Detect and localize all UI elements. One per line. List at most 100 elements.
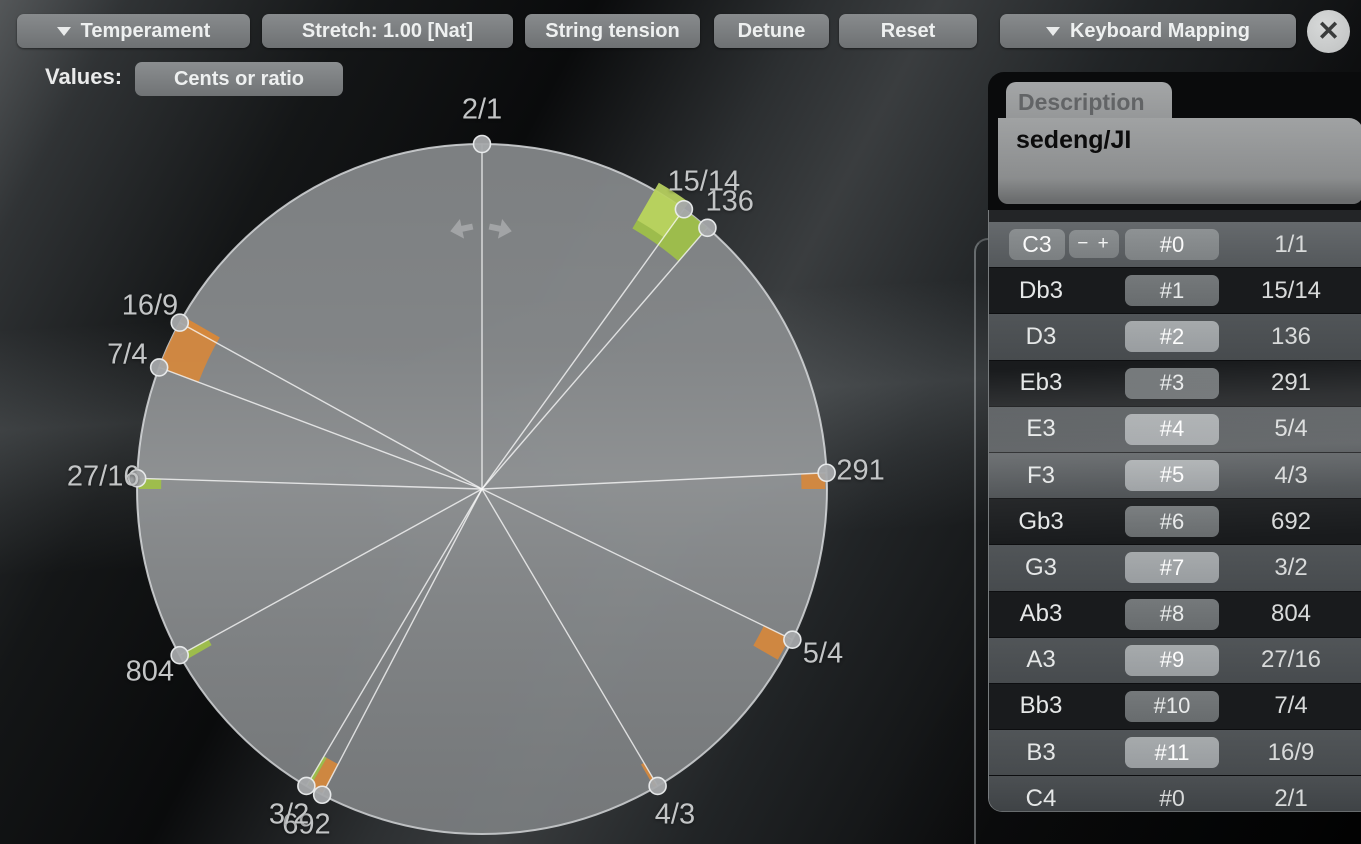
table-row[interactable]: E3 #4 5/4: [989, 406, 1361, 452]
degree-index-button[interactable]: #10: [1125, 691, 1219, 722]
stretch-button[interactable]: Stretch: 1.00 [Nat]: [262, 14, 513, 48]
keyboard-mapping-table: C3− +#01/1Db3#115/14D3#2136Eb3#3291E3#45…: [988, 210, 1361, 812]
dial-note-label: 5/4: [803, 638, 843, 671]
table-row[interactable]: Ab3 #8 804: [989, 591, 1361, 637]
tuning-value[interactable]: 2/1: [1233, 776, 1349, 812]
table-row[interactable]: Db3 #1 15/14: [989, 267, 1361, 313]
shift-left-arrow-icon[interactable]: [448, 217, 475, 241]
table-row[interactable]: C4 #0 2/1: [989, 775, 1361, 812]
table-row[interactable]: Eb3 #3 291: [989, 360, 1361, 406]
degree-index-button[interactable]: #11: [1125, 737, 1219, 768]
note-handle[interactable]: [151, 359, 168, 376]
temperament-menu-button[interactable]: Temperament: [17, 14, 250, 48]
note-label: D3: [997, 314, 1085, 359]
dial-note-label: 804: [126, 655, 174, 688]
note-label: Bb3: [997, 684, 1085, 729]
dial-note-label: 4/3: [655, 799, 695, 832]
tuning-value[interactable]: 5/4: [1233, 407, 1349, 452]
tuning-circle: [0, 0, 1000, 844]
description-tab[interactable]: Description: [1006, 82, 1172, 122]
table-row[interactable]: F3#54/3: [989, 452, 1361, 498]
tuning-value[interactable]: 27/16: [1233, 638, 1349, 683]
close-icon: ✕: [1317, 18, 1340, 45]
detune-label: Detune: [738, 20, 806, 43]
degree-index-button[interactable]: #7: [1125, 552, 1219, 583]
octave-shift-arrows: [448, 211, 514, 247]
note-handle[interactable]: [675, 201, 692, 218]
description-field[interactable]: sedeng/JI: [998, 118, 1361, 204]
values-format-label: Cents or ratio: [174, 68, 304, 91]
table-row[interactable]: Gb3 #6 692: [989, 498, 1361, 544]
close-button[interactable]: ✕: [1307, 10, 1350, 53]
note-label: Ab3: [997, 592, 1085, 637]
note-handle[interactable]: [474, 136, 491, 153]
note-handle[interactable]: [314, 786, 331, 803]
degree-index-button[interactable]: #3: [1125, 368, 1219, 399]
degree-index-button[interactable]: #8: [1125, 599, 1219, 630]
note-handle[interactable]: [649, 777, 666, 794]
temperament-menu-label: Temperament: [81, 20, 211, 43]
tuning-value[interactable]: 804: [1233, 592, 1349, 637]
dial-note-label: 7/4: [107, 339, 147, 372]
values-format-button[interactable]: Cents or ratio: [135, 62, 343, 96]
note-handle[interactable]: [699, 219, 716, 236]
keyboard-mapping-label: Keyboard Mapping: [1070, 20, 1250, 43]
tuning-value[interactable]: 3/2: [1233, 545, 1349, 590]
tuning-value[interactable]: 15/14: [1233, 268, 1349, 313]
note-handle[interactable]: [784, 631, 801, 648]
string-tension-button[interactable]: String tension: [525, 14, 700, 48]
table-row[interactable]: B3 #11 16/9: [989, 729, 1361, 775]
dial-note-label: 2/1: [462, 94, 502, 127]
table-row[interactable]: G3 #7 3/2: [989, 544, 1361, 590]
degree-index-button[interactable]: #0: [1125, 229, 1219, 260]
degree-index-button[interactable]: #6: [1125, 506, 1219, 537]
table-row[interactable]: C3− +#0 1/1: [989, 222, 1361, 267]
mapping-table-rows: C3− +#01/1Db3#115/14D3#2136Eb3#3291E3#45…: [989, 222, 1361, 812]
description-tab-label: Description: [1018, 89, 1145, 116]
note-label: A3: [997, 638, 1085, 683]
chevron-down-icon: [1046, 27, 1060, 36]
note-label: Eb3: [997, 361, 1085, 406]
dial-note-label: 16/9: [122, 290, 178, 323]
note-button[interactable]: C3: [1009, 229, 1065, 260]
table-row[interactable]: A3 #9 27/16: [989, 637, 1361, 683]
chevron-down-icon: [57, 27, 71, 36]
degree-index-button[interactable]: #5: [1125, 460, 1219, 491]
temperament-editor-window: 2/115/141362915/44/36923/280427/167/416/…: [0, 0, 1361, 844]
note-label: C4: [997, 776, 1085, 812]
tuning-value[interactable]: 291: [1233, 361, 1349, 406]
tuning-value[interactable]: 692: [1233, 499, 1349, 544]
reset-button[interactable]: Reset: [839, 14, 977, 48]
tuning-value[interactable]: 136: [1233, 314, 1349, 359]
dial-note-label: 136: [705, 186, 753, 219]
table-row[interactable]: Bb3 #10 7/4: [989, 683, 1361, 729]
tuning-value[interactable]: 16/9: [1233, 730, 1349, 775]
dial-note-label: 3/2: [269, 799, 309, 832]
note-handle[interactable]: [818, 464, 835, 481]
description-panel: Description sedeng/JI: [988, 72, 1361, 214]
degree-index-button[interactable]: #1: [1125, 275, 1219, 306]
shift-right-arrow-icon[interactable]: [487, 217, 514, 241]
note-label: B3: [997, 730, 1085, 775]
degree-index-button[interactable]: #9: [1125, 645, 1219, 676]
detune-button[interactable]: Detune: [714, 14, 829, 48]
reset-label: Reset: [881, 20, 935, 43]
dial-note-label: 27/16: [67, 461, 140, 494]
stretch-label: Stretch: 1.00 [Nat]: [302, 20, 473, 43]
note-label: Gb3: [997, 499, 1085, 544]
string-tension-label: String tension: [545, 20, 679, 43]
note-handle[interactable]: [298, 777, 315, 794]
degree-index-label: #0: [1125, 776, 1219, 812]
tuning-value[interactable]: 1/1: [1233, 222, 1349, 267]
note-label: E3: [997, 407, 1085, 452]
note-label: G3: [997, 545, 1085, 590]
note-label: Db3: [997, 268, 1085, 313]
tuning-value[interactable]: 7/4: [1233, 684, 1349, 729]
degree-index-button[interactable]: #2: [1125, 321, 1219, 352]
description-text: sedeng/JI: [1016, 126, 1131, 155]
octave-stepper[interactable]: − +: [1069, 230, 1119, 258]
keyboard-mapping-menu-button[interactable]: Keyboard Mapping: [1000, 14, 1296, 48]
tuning-value[interactable]: 4/3: [1233, 453, 1349, 498]
table-row[interactable]: D3 #2 136: [989, 313, 1361, 359]
degree-index-button[interactable]: #4: [1125, 414, 1219, 445]
